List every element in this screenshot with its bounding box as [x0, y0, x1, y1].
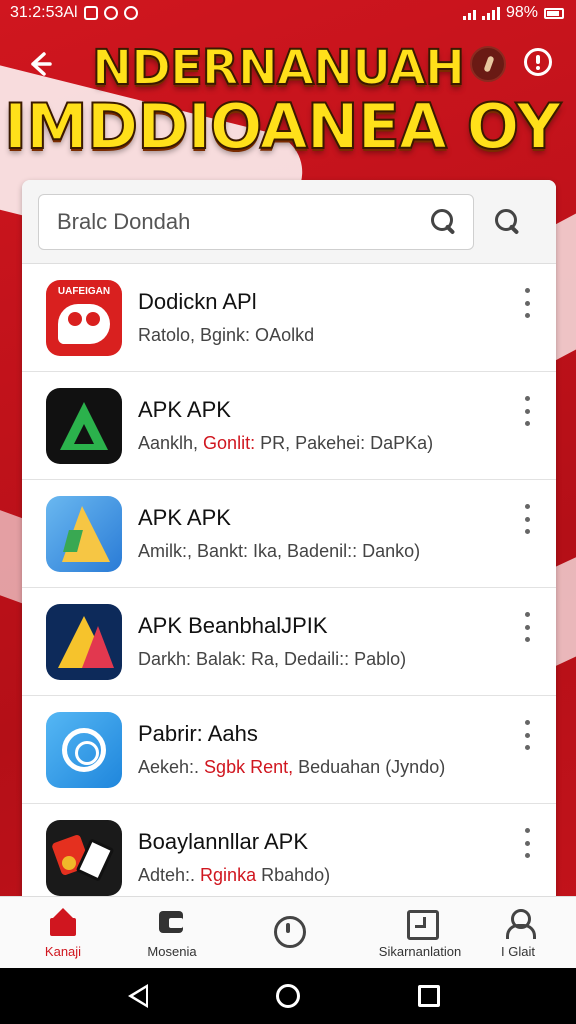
app-icon	[46, 603, 122, 680]
app-name: APK APK	[138, 505, 231, 530]
status-bar: 31:2:53Al 98%	[0, 0, 576, 26]
app-name: APK BeanbhalJPIK	[138, 613, 328, 638]
more-options-icon[interactable]	[522, 828, 532, 858]
search-input[interactable]	[57, 208, 429, 235]
nav-item-home[interactable]: Kanaji	[28, 897, 98, 969]
nav-item-updates[interactable]: Sikarnanlation	[366, 897, 474, 969]
list-item[interactable]: UAFEIGAN Dodickn APl Ratolo, Bgink: OAol…	[22, 264, 556, 372]
more-options-icon[interactable]	[522, 396, 532, 426]
bottom-navigation: Kanaji Mosenia Sikarnanlation I Glait	[0, 896, 576, 968]
info-icon[interactable]	[524, 48, 552, 76]
list-item[interactable]: APK APK Amilk:, Bankt: Ika, Badenil:: Da…	[22, 480, 556, 588]
search-icon	[273, 915, 306, 948]
app-icon: UAFEIGAN	[46, 279, 122, 356]
meta-highlight: Rginka	[200, 865, 257, 885]
category-icon	[157, 908, 187, 938]
account-icon	[503, 908, 536, 939]
page-subtitle: IMDDIOANEA OY	[3, 89, 562, 164]
search-icon[interactable]	[429, 207, 459, 237]
nav-item-categories[interactable]: Mosenia	[132, 897, 212, 969]
more-options-icon[interactable]	[522, 288, 532, 318]
app-meta: Aekeh:. Sgbk Rent, Beduahan (Jyndo)	[138, 757, 446, 777]
system-navigation-bar	[0, 968, 576, 1024]
status-time: 31:2:53Al	[10, 4, 78, 21]
app-name: APK APK	[138, 397, 231, 422]
nav-item-search[interactable]	[258, 897, 318, 969]
meta-highlight: Sgbk Rent,	[204, 757, 294, 777]
battery-icon	[544, 7, 564, 19]
app-list-card: UAFEIGAN Dodickn APl Ratolo, Bgink: OAol…	[22, 180, 556, 910]
app-icon	[46, 495, 122, 572]
app-meta: Darkh: Balak: Ra, Dedaili:: Pablo)	[138, 649, 407, 669]
app-icon	[46, 819, 122, 896]
nav-label: Sikarnanlation	[378, 943, 462, 959]
list-item[interactable]: Boaylannllar APK Adteh:. Rginka Rbahdo)	[22, 804, 556, 910]
app-list: UAFEIGAN Dodickn APl Ratolo, Bgink: OAol…	[22, 264, 556, 910]
app-icon	[46, 387, 122, 464]
list-item[interactable]: Pabrir: Aahs Aekeh:. Sgbk Rent, Beduahan…	[22, 696, 556, 804]
app-icon	[46, 711, 122, 788]
battery-percent: 98%	[505, 4, 538, 21]
list-item[interactable]: APK BeanbhalJPIK Darkh: Balak: Ra, Dedai…	[22, 588, 556, 696]
app-meta: Adteh:. Rginka Rbahdo)	[138, 865, 331, 885]
more-options-icon[interactable]	[522, 720, 532, 750]
search-field[interactable]	[38, 193, 474, 250]
notification-icon	[83, 6, 98, 20]
search-bar	[22, 180, 556, 264]
nav-label: Kanaji	[44, 943, 82, 959]
nav-label: I Glait	[501, 943, 535, 959]
app-header: NDERNANUAH IMDDIOANEA OY	[0, 26, 576, 176]
more-options-icon[interactable]	[522, 504, 532, 534]
system-recents-icon[interactable]	[418, 985, 440, 1007]
notification-icon	[123, 6, 138, 20]
profile-avatar-button[interactable]	[470, 46, 506, 82]
more-options-icon[interactable]	[522, 612, 532, 642]
app-meta: Ratolo, Bgink: OAolkd	[138, 325, 315, 345]
home-icon	[48, 907, 78, 938]
app-name: Boaylannllar APK	[138, 829, 308, 854]
search-icon	[493, 207, 523, 237]
system-back-icon[interactable]	[128, 984, 148, 1008]
app-name: Dodickn APl	[138, 289, 257, 314]
app-icon-label: UAFEIGAN	[57, 285, 111, 297]
system-home-icon[interactable]	[276, 984, 300, 1008]
list-item[interactable]: APK APK Aanklh, Gonlit: PR, Pakehei: DaP…	[22, 372, 556, 480]
search-button[interactable]	[488, 202, 528, 242]
wifi-icon	[462, 6, 476, 20]
nav-label: Mosenia	[147, 943, 197, 959]
notification-icon	[103, 6, 118, 20]
app-meta: Amilk:, Bankt: Ika, Badenil:: Danko)	[138, 541, 421, 561]
meta-highlight: Gonlit:	[203, 433, 256, 453]
app-name: Pabrir: Aahs	[138, 721, 258, 746]
app-meta: Aanklh, Gonlit: PR, Pakehei: DaPKa)	[138, 433, 434, 453]
updates-icon	[405, 908, 439, 940]
nav-item-account[interactable]: I Glait	[486, 897, 550, 969]
signal-icon	[481, 6, 500, 20]
